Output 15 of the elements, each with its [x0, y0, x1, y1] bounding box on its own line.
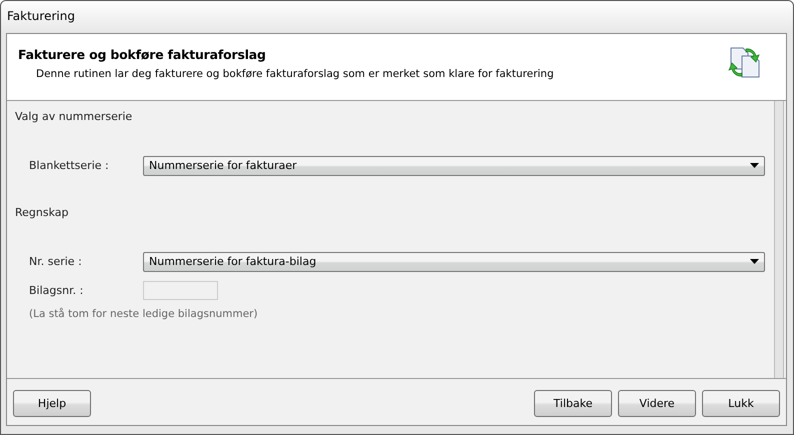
section-heading: Valg av nummerserie	[15, 110, 134, 125]
hint-text: (La stå tom for neste ledige bilagsnummer)	[28, 308, 259, 320]
dropdown[interactable]: Nummerserie for faktura-bilag	[143, 252, 765, 272]
field-label: Blankettserie :	[28, 159, 110, 172]
header-title: Fakturere og bokføre fakturaforslag	[18, 47, 267, 62]
field-label: Bilagsnr. :	[28, 284, 84, 297]
dropdown[interactable]: Nummerserie for fakturaer	[143, 156, 765, 176]
field-label: Nr. serie :	[28, 255, 83, 268]
section-heading: Regnskap	[15, 206, 70, 221]
dialog-button[interactable]: Videre	[618, 390, 696, 416]
help-button[interactable]: Hjelp	[13, 390, 91, 416]
dialog-button[interactable]: Lukk	[702, 390, 780, 416]
header-description: Denne rutinen lar deg fakturere og bokføre fakturaforslag som er merket som klare for fakturering	[35, 68, 554, 80]
window-title: Fakturering	[7, 9, 75, 23]
dialog-button[interactable]: Tilbake	[534, 390, 612, 416]
